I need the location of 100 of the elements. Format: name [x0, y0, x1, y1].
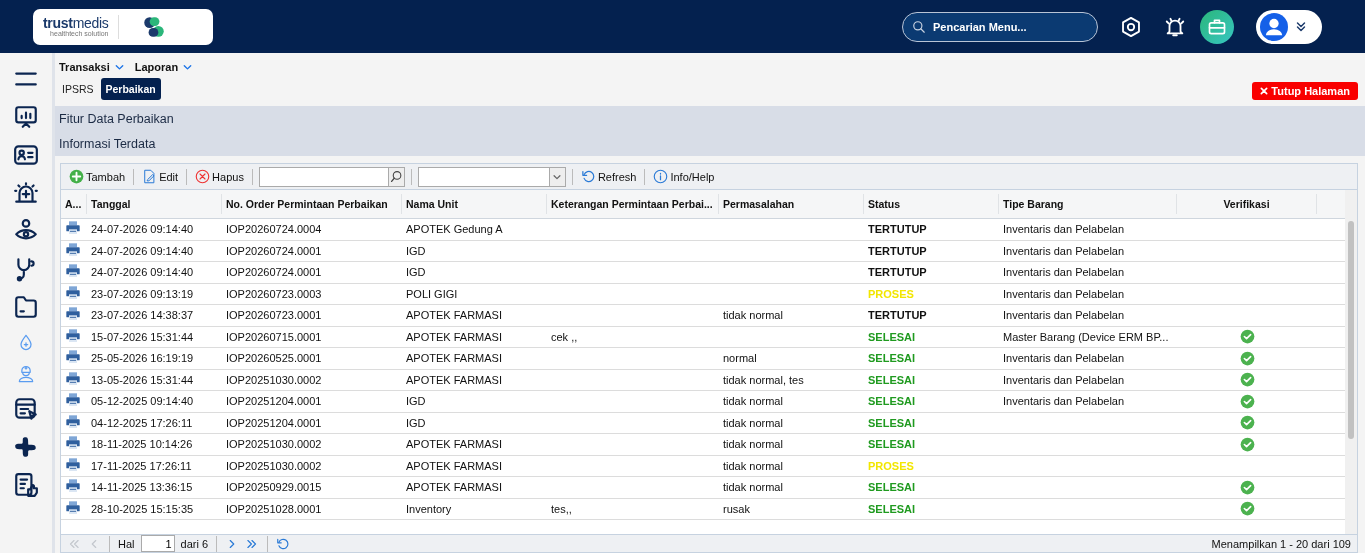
edit-button[interactable]: Edit [140, 168, 181, 185]
table-cell-text: tidak normal [722, 438, 784, 451]
printer-icon[interactable] [65, 263, 81, 280]
chart-board-icon[interactable] [13, 104, 39, 130]
table-cell-text: tidak normal [722, 481, 784, 494]
bell-icon[interactable] [1164, 15, 1186, 38]
menu-item[interactable]: Transaksi [59, 61, 125, 73]
page-total: dari 6 [180, 537, 209, 550]
table-cell-text: IOP20251030.0002 [225, 438, 323, 451]
siren-icon[interactable] [13, 180, 39, 206]
table-cell-text: tidak normal [722, 309, 784, 322]
status-text: SELESAI [867, 395, 917, 408]
close-page-button[interactable]: Tutup Halaman [1252, 82, 1358, 100]
search-field[interactable]: Pencarian Menu... [902, 11, 1098, 42]
status-text: SELESAI [867, 438, 917, 451]
table-cell-text: 13-05-2026 15:31:44 [90, 373, 195, 386]
printer-icon[interactable] [65, 306, 81, 323]
table-cell-text: APOTEK FARMASI [405, 438, 503, 451]
help-button[interactable]: Info/Help [651, 168, 717, 185]
status-text: SELESAI [867, 330, 917, 343]
refresh-button[interactable]: Refresh [578, 168, 639, 185]
table-cell-text: Inventaris dan Pelabelan [1002, 395, 1126, 408]
table-cell-text: tidak normal [722, 459, 784, 472]
menu-item[interactable]: Laporan [134, 61, 194, 73]
search-icon[interactable] [389, 170, 403, 183]
table-cell-text: IOP20251030.0002 [225, 459, 323, 472]
page-label: Hal [118, 537, 135, 550]
printer-icon[interactable] [65, 392, 81, 409]
refresh-icon [580, 169, 596, 184]
printer-icon[interactable] [65, 499, 81, 516]
table-cell-text: 23-07-2026 09:13:19 [90, 287, 195, 300]
table-cell-text: IOP20250929.0015 [225, 481, 323, 494]
column-header[interactable]: No. Order Permintaan Perbaikan [222, 194, 402, 214]
column-header[interactable]: Tipe Barang [999, 194, 1177, 214]
printer-icon[interactable] [65, 413, 81, 430]
section-title: Fitur Data Perbaikan [55, 106, 1365, 131]
table-cell-text: APOTEK FARMASI [405, 459, 503, 472]
logo-name: trustmedis [43, 16, 109, 30]
scrollbar[interactable] [1345, 190, 1357, 534]
printer-icon[interactable] [65, 435, 81, 452]
plus-circle-icon [69, 169, 84, 184]
printer-icon[interactable] [65, 349, 81, 366]
avatar-icon [1260, 12, 1288, 41]
table-cell-text: APOTEK FARMASI [405, 373, 503, 386]
column-header[interactable]: Permasalahan [719, 194, 864, 214]
settings-icon[interactable] [1120, 15, 1142, 38]
status-text: TERTUTUP [867, 266, 928, 279]
printer-icon[interactable] [65, 327, 81, 344]
id-card-icon[interactable] [13, 142, 39, 168]
table-cell-text: Inventaris dan Pelabelan [1002, 309, 1126, 322]
table-cell-text: IOP20260525.0001 [225, 352, 323, 365]
table-cell-text: APOTEK Gedung A [405, 223, 504, 236]
double-chevron-icon [1294, 19, 1308, 34]
table-cell-text: rusak [722, 502, 751, 515]
table-cell-text: 18-11-2025 10:14:26 [90, 438, 194, 451]
tab[interactable]: IPSRS [57, 78, 99, 100]
printer-icon[interactable] [65, 456, 81, 473]
table-cell-text: tidak normal, tes [722, 373, 805, 386]
status-text: PROSES [867, 287, 915, 300]
refresh-button[interactable] [276, 536, 291, 551]
printer-icon[interactable] [65, 284, 81, 301]
delete-button[interactable]: Hapus [193, 168, 246, 185]
column-header[interactable]: Nama Unit [402, 194, 547, 214]
table-cell-text: IGD [405, 416, 427, 429]
table-cell-text: 17-11-2025 17:26:11 [90, 459, 193, 472]
folder-icon[interactable] [13, 294, 39, 320]
document-thumb-icon[interactable] [13, 472, 39, 498]
column-header[interactable]: Tanggal [87, 194, 222, 214]
nurse-icon[interactable] [16, 364, 36, 384]
search-field[interactable] [258, 166, 405, 187]
table-cell-text: IGD [405, 244, 427, 257]
column-header[interactable]: A... [61, 194, 87, 214]
column-header[interactable]: Keterangan Permintaan Perbai... [547, 194, 719, 214]
table-cell-text: tes,, [550, 502, 573, 515]
table-cell-text: Inventaris dan Pelabelan [1002, 266, 1126, 279]
printer-icon[interactable] [65, 241, 81, 258]
table-cell-text: Inventaris dan Pelabelan [1002, 352, 1126, 365]
page-field[interactable]: 1 [140, 535, 175, 552]
table-cell-text: Inventaris dan Pelabelan [1002, 223, 1126, 236]
table-cell-text: 24-07-2026 09:14:40 [90, 266, 195, 279]
printer-icon[interactable] [65, 478, 81, 495]
section-title: Informasi Terdata [55, 131, 1365, 156]
printer-icon[interactable] [65, 370, 81, 387]
column-header[interactable]: Verifikasi [1177, 194, 1317, 214]
column-header[interactable]: Status [864, 194, 999, 214]
briefcase-button[interactable] [1200, 9, 1234, 44]
table-cell-text: IOP20251204.0001 [225, 395, 323, 408]
brand-mark-icon[interactable] [13, 434, 39, 460]
form-cursor-icon[interactable] [13, 396, 39, 422]
table-cell-text: 25-05-2026 16:19:19 [90, 352, 195, 365]
table-cell-text: cek ,, [550, 330, 579, 343]
user-menu[interactable] [1256, 9, 1322, 44]
add-button[interactable]: Tambah [67, 168, 128, 185]
tab[interactable]: Perbaikan [100, 78, 161, 100]
status-text: SELESAI [867, 481, 917, 494]
table-cell-text: IOP20260715.0001 [225, 330, 323, 343]
table-cell-text: 04-12-2025 17:26:11 [90, 416, 194, 429]
printer-icon[interactable] [65, 220, 81, 237]
table-cell-text: IOP20260723.0001 [225, 309, 323, 322]
table-cell-text: IOP20251030.0002 [225, 373, 323, 386]
